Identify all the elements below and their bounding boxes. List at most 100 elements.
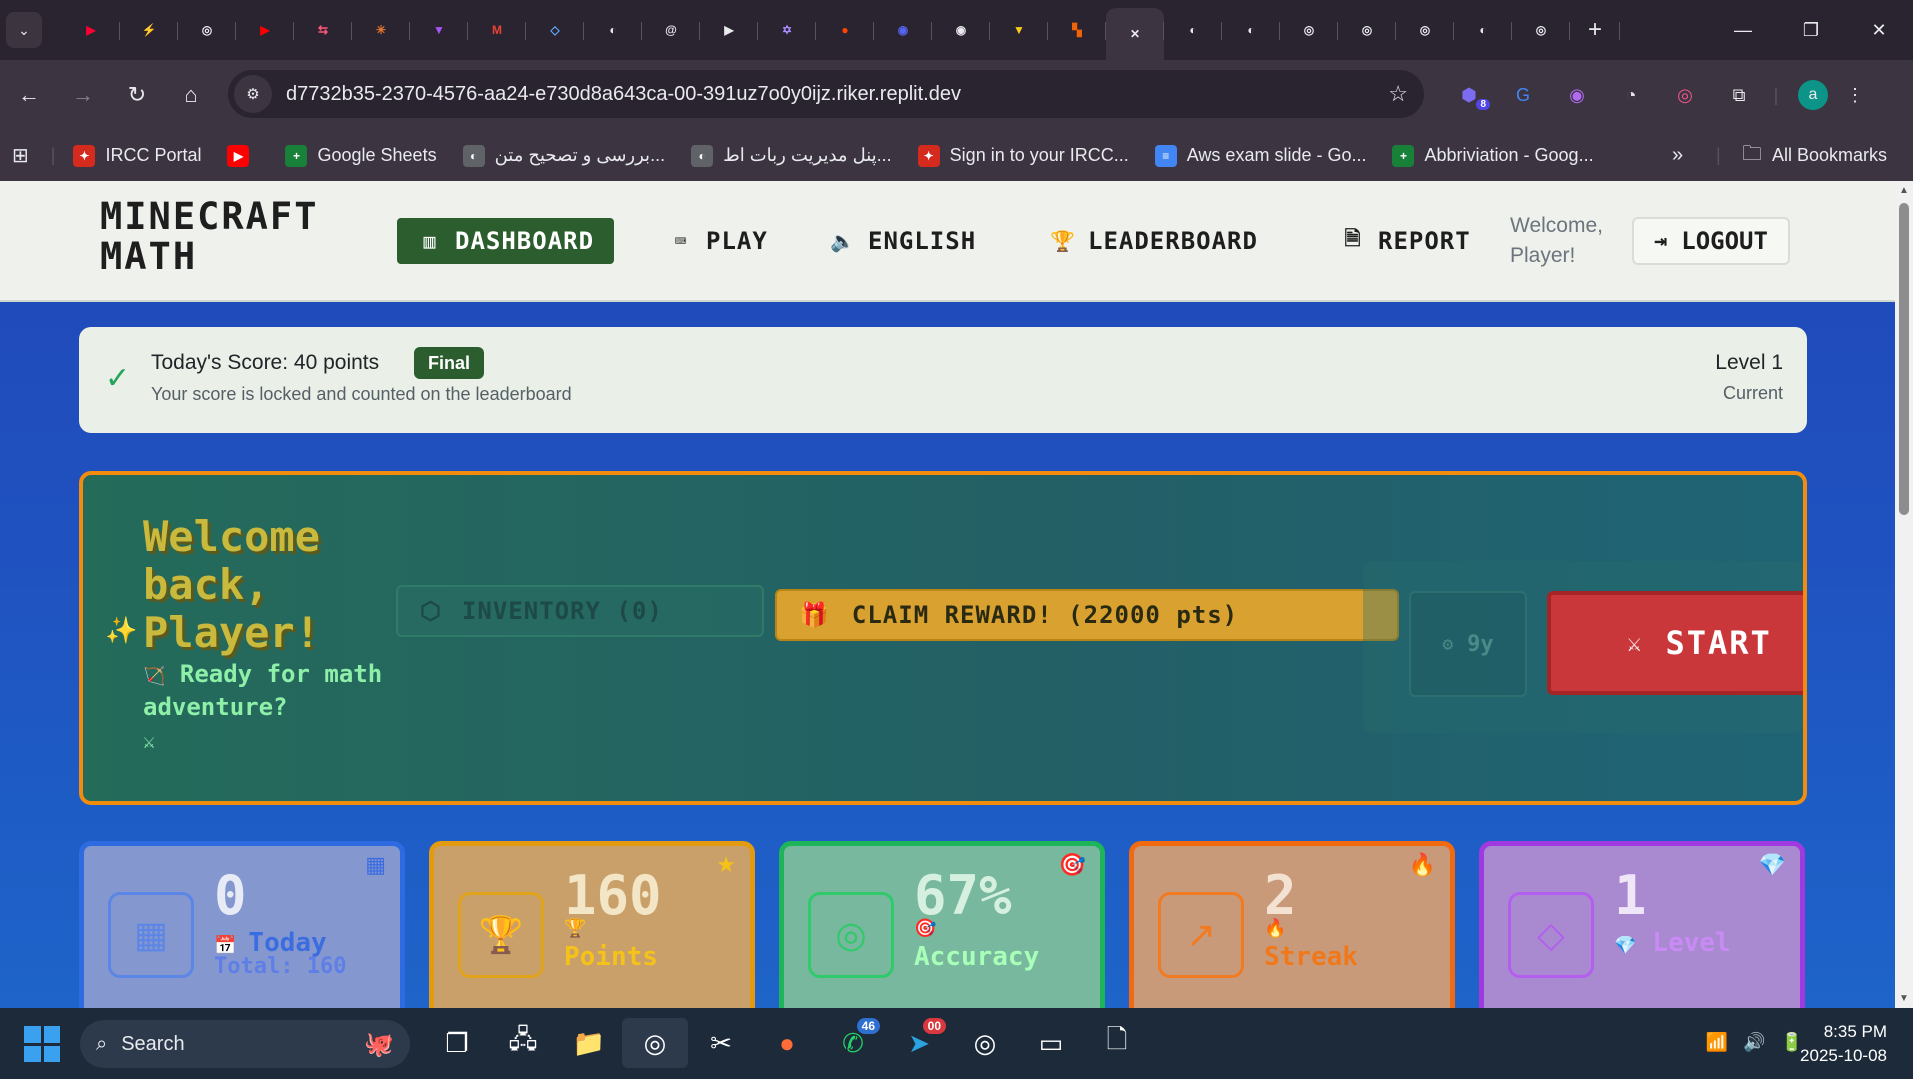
- browser-tab[interactable]: ◎: [1396, 8, 1454, 52]
- browser-tab[interactable]: ▶: [62, 8, 120, 52]
- bookmark-star-icon[interactable]: ☆: [1388, 81, 1408, 107]
- url-text[interactable]: d7732b35-2370-4576-aa24-e730d8a643ca-00-…: [286, 83, 961, 106]
- nav-dashboard[interactable]: ▥ DASHBOARD: [397, 218, 615, 264]
- scroll-up-icon[interactable]: ▲: [1899, 185, 1909, 196]
- terminal-icon[interactable]: ▭: [1018, 1018, 1084, 1068]
- claim-reward-button[interactable]: 🎁 CLAIM REWARD! (22000 pts): [775, 589, 1399, 641]
- welcome-hero: Welcome back, Player! ✨ 🏹 Ready for math…: [79, 471, 1807, 805]
- inventory-button[interactable]: ⬡ INVENTORY (0): [396, 585, 764, 637]
- restore-button[interactable]: ❐: [1777, 0, 1845, 60]
- browser-tab[interactable]: ▚: [1048, 8, 1106, 52]
- browser-tab[interactable]: ◉: [874, 8, 932, 52]
- bookmark-item[interactable]: ▶: [227, 144, 259, 167]
- tab-search-button[interactable]: ⌄: [6, 12, 42, 48]
- taskbar-search[interactable]: ⌕ Search 🐙: [80, 1020, 410, 1068]
- browser-tab[interactable]: ◎: [1512, 8, 1570, 52]
- scrollbar-thumb[interactable]: [1899, 203, 1909, 515]
- bookmark-item[interactable]: ◐ بررسی و تصحیح متن...: [462, 144, 665, 167]
- window-close-button[interactable]: ✕: [1845, 0, 1913, 60]
- scroll-down-icon[interactable]: ▼: [1899, 993, 1909, 1004]
- browser-tab[interactable]: ●: [816, 8, 874, 52]
- bookmark-item[interactable]: ≡ Aws exam slide - Go...: [1154, 144, 1366, 167]
- notepad-icon[interactable]: 🗋: [1084, 1018, 1150, 1068]
- extension-target-icon[interactable]: ◎: [1658, 85, 1712, 106]
- file-explorer-icon[interactable]: 📁: [556, 1018, 622, 1068]
- browser-tab[interactable]: ◎: [178, 8, 236, 52]
- start-button[interactable]: ⚔ START: [1547, 591, 1803, 695]
- status-badge: Final: [414, 347, 485, 379]
- network-app-icon[interactable]: 🖧: [490, 1018, 556, 1068]
- browser-tab[interactable]: @: [642, 8, 700, 52]
- brand-line-1: MINECRAFT: [100, 195, 319, 238]
- chrome-icon[interactable]: ◎: [622, 1018, 688, 1068]
- browser-tab[interactable]: ✕: [1106, 8, 1164, 60]
- browser-tab[interactable]: ▶: [236, 8, 294, 52]
- telegram-icon[interactable]: ➤ 00: [886, 1018, 952, 1068]
- logout-button[interactable]: ⇥ LOGOUT: [1632, 217, 1790, 265]
- volume-icon[interactable]: 🔊: [1743, 1032, 1765, 1052]
- nav-play[interactable]: ⌨ PLAY: [668, 218, 768, 264]
- profile-avatar[interactable]: a: [1786, 80, 1840, 110]
- more-bookmarks-icon[interactable]: »: [1672, 144, 1683, 167]
- browser-tab[interactable]: ▶: [700, 8, 758, 52]
- windows-start-button[interactable]: [24, 1026, 60, 1062]
- extension-cube-icon[interactable]: ⬢ 8: [1442, 85, 1496, 110]
- bookmark-item[interactable]: ✦ IRCC Portal: [73, 144, 201, 167]
- welcome-line-2: Player!: [1510, 244, 1576, 267]
- task-view-icon[interactable]: ❐: [424, 1018, 490, 1068]
- app-brand[interactable]: MINECRAFT MATH: [100, 197, 318, 277]
- browser-tab[interactable]: ✡: [758, 8, 816, 52]
- bookmark-item[interactable]: ◐ پنل مدیریت ربات اط...: [691, 144, 892, 167]
- browser-tab[interactable]: ▼: [990, 8, 1048, 52]
- browser-tab[interactable]: M: [468, 8, 526, 52]
- browser-tab[interactable]: ⇆: [294, 8, 352, 52]
- all-bookmarks-folder[interactable]: 🗀 All Bookmarks: [1742, 139, 1887, 173]
- browser-tab[interactable]: ◐: [584, 8, 642, 52]
- extension-lr-icon[interactable]: ◉: [1550, 85, 1604, 106]
- translate-icon[interactable]: G: [1496, 85, 1550, 106]
- gear-icon: ⚙: [1442, 633, 1454, 655]
- apps-grid-icon[interactable]: ⊞: [12, 143, 29, 168]
- postman-icon[interactable]: ●: [754, 1018, 820, 1068]
- nav-english[interactable]: 🔈 ENGLISH: [830, 218, 976, 264]
- extension-speed-icon[interactable]: ◔: [1604, 85, 1658, 106]
- site-info-button[interactable]: ⚙: [234, 75, 272, 113]
- browser-tab[interactable]: ◎: [1338, 8, 1396, 52]
- nav-leaderboard[interactable]: 🏆 LEADERBOARD: [1050, 218, 1258, 264]
- sheets-icon: +: [285, 144, 308, 167]
- address-bar[interactable]: ⚙ d7732b35-2370-4576-aa24-e730d8a643ca-0…: [228, 70, 1424, 118]
- wifi-icon[interactable]: 📶: [1706, 1032, 1728, 1052]
- browser-tab[interactable]: ◇: [526, 8, 584, 52]
- home-button[interactable]: ⌂: [164, 70, 218, 120]
- taskbar-apps: ❐ 🖧 📁 ◎ ✂ ● ✆ 46 ➤ 00 ◎ ▭ 🗋: [424, 1018, 1150, 1068]
- browser-tab[interactable]: ◐: [1222, 8, 1280, 52]
- system-clock[interactable]: 8:35 PM 2025-10-08: [1800, 1020, 1887, 1068]
- page-scrollbar[interactable]: ▲ ▼: [1895, 181, 1913, 1008]
- score-title: Today's Score: 40 points: [151, 351, 380, 374]
- browser-tab[interactable]: ✳: [352, 8, 410, 52]
- browser-tab[interactable]: ◎: [1280, 8, 1338, 52]
- bookmark-item[interactable]: + Google Sheets: [285, 144, 437, 167]
- snipping-tool-icon[interactable]: ✂: [688, 1018, 754, 1068]
- browser-tab[interactable]: ◉: [932, 8, 990, 52]
- settings-age-box[interactable]: ⚙ 9y: [1409, 591, 1527, 697]
- nav-report[interactable]: 🗎 REPORT: [1340, 218, 1471, 264]
- forward-button[interactable]: →: [56, 70, 110, 120]
- tab-list: ▶ ⚡ ◎ ▶ ⇆ ✳ ▼ M ◇ ◐ @ ▶ ✡ ● ◉ ◉ ▼ ▚ ✕ ◐ ◐ ◎ ◎ ◎ ◐ ◎: [62, 0, 1570, 60]
- chrome-profile-icon[interactable]: ◎: [952, 1018, 1018, 1068]
- minimize-button[interactable]: —: [1709, 0, 1777, 60]
- bookmark-item[interactable]: ✦ Sign in to your IRCC...: [917, 144, 1129, 167]
- browser-tab[interactable]: ▼: [410, 8, 468, 52]
- bookmark-item[interactable]: + Abbriviation - Goog...: [1392, 144, 1594, 167]
- new-tab-button[interactable]: +: [1570, 8, 1620, 52]
- menu-kebab-icon[interactable]: ⋮: [1840, 85, 1870, 106]
- browser-tab[interactable]: ◐: [1164, 8, 1222, 52]
- reload-button[interactable]: ↻: [110, 70, 164, 120]
- browser-tab[interactable]: ⚡: [120, 8, 178, 52]
- back-button[interactable]: ←: [2, 70, 56, 120]
- browser-tab[interactable]: ◐: [1454, 8, 1512, 52]
- arrow-right-icon: →: [72, 82, 94, 107]
- whatsapp-icon[interactable]: ✆ 46: [820, 1018, 886, 1068]
- extensions-puzzle-icon[interactable]: ⧉: [1712, 85, 1766, 106]
- globe-icon: ◐: [691, 144, 714, 167]
